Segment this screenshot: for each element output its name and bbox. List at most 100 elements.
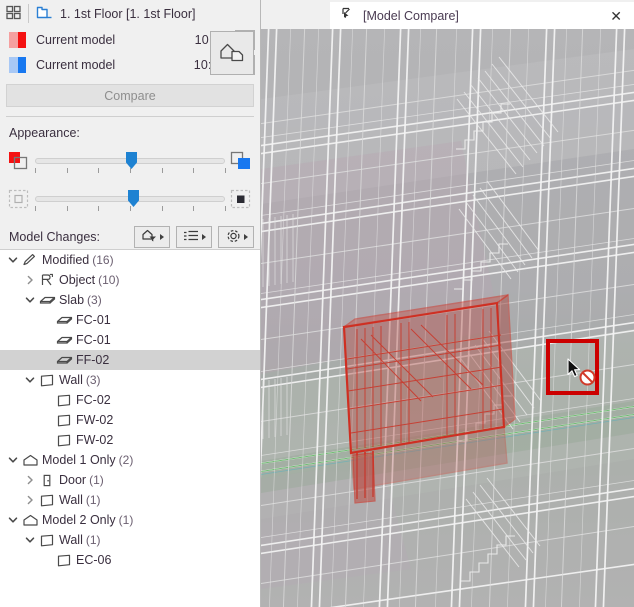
3d-viewport[interactable] — [261, 29, 634, 607]
viewport-area: [Model Compare] ✕ — [261, 0, 634, 607]
tree-item-slab[interactable]: Slab (3) — [0, 290, 260, 310]
filter-changes-button[interactable] — [134, 226, 170, 248]
chevron-down-icon[interactable] — [23, 375, 37, 385]
tree-item-label: Model 2 Only — [42, 513, 116, 527]
tree-item-label: FF-02 — [76, 353, 110, 367]
model-changes-label: Model Changes: — [9, 230, 101, 244]
checklist-icon — [183, 228, 200, 246]
tab-model-compare[interactable]: [Model Compare] ✕ — [330, 2, 634, 29]
story-title[interactable]: 1. 1st Floor [1. 1st Floor] — [60, 7, 195, 21]
wall-icon — [37, 494, 57, 507]
house-copy-icon — [218, 40, 246, 67]
chevron-right-icon[interactable] — [23, 495, 37, 505]
tree-item-label: FC-01 — [76, 333, 111, 347]
tree-item-wall[interactable]: Wall (1) — [0, 530, 260, 550]
chevron-down-icon[interactable] — [6, 455, 20, 465]
tree-item-count: (1) — [85, 493, 101, 507]
dashed-dark-square-icon — [229, 188, 253, 210]
blue-overlap-icon — [229, 150, 253, 172]
tree-item-model-1-only[interactable]: Model 1 Only (2) — [0, 450, 260, 470]
settings-button[interactable] — [218, 226, 254, 248]
tree-item-count: (3) — [85, 373, 101, 387]
wireframe-model — [261, 29, 634, 607]
pick-model-button[interactable] — [210, 31, 254, 75]
tree-item-count: (1) — [89, 473, 104, 487]
dashed-light-square-icon — [7, 188, 31, 210]
wall-icon — [54, 414, 74, 427]
color-intensity-slider-thumb[interactable] — [126, 152, 137, 169]
wall-icon — [54, 434, 74, 447]
divider — [6, 116, 254, 117]
color-intensity-ticks — [35, 168, 226, 174]
tree-item-label: Door — [59, 473, 87, 487]
compare-button[interactable]: Compare — [6, 84, 254, 107]
tree-item-door[interactable]: Door (1) — [0, 470, 260, 490]
slab-icon — [54, 354, 74, 367]
list-options-button[interactable] — [176, 226, 212, 248]
wall-icon — [37, 374, 57, 387]
tree-item-count: (1) — [85, 533, 101, 547]
tab-strip: [Model Compare] ✕ — [261, 0, 634, 29]
model-compare-window: 1. 1st Floor [1. 1st Floor] Current mode… — [0, 0, 634, 607]
tree-item-label: Modified — [42, 253, 90, 267]
tree-item-wall[interactable]: Wall (3) — [0, 370, 260, 390]
tree-item-label: Object — [59, 273, 96, 287]
house-icon — [20, 454, 40, 467]
tree-item-count: (2) — [118, 453, 134, 467]
tree-item-fw-02[interactable]: FW-02 — [0, 410, 260, 430]
triangle-right-icon — [159, 234, 164, 240]
contrast-slider-row — [0, 184, 260, 216]
appearance-title: Appearance: — [9, 126, 80, 140]
tree-item-object[interactable]: Object (10) — [0, 270, 260, 290]
chevron-down-icon[interactable] — [23, 535, 37, 545]
chevron-down-icon[interactable] — [23, 295, 37, 305]
chevron-down-icon[interactable] — [6, 255, 20, 265]
triangle-right-icon — [243, 234, 248, 240]
tree-item-label: FW-02 — [76, 433, 114, 447]
chevron-right-icon[interactable] — [23, 475, 37, 485]
wall-icon — [37, 534, 57, 547]
tree-item-count: (16) — [92, 253, 114, 267]
tree-item-modified[interactable]: Modified (16) — [0, 250, 260, 270]
object-icon — [37, 273, 57, 287]
model-changes-tree[interactable]: Modified (16) Object (10) Slab (3) FC-01 FC-01 F… — [0, 249, 260, 607]
tree-item-ec-06[interactable]: EC-06 — [0, 550, 260, 570]
model-changes-bar: Model Changes: — [0, 222, 260, 252]
tree-item-count: (10) — [98, 273, 120, 287]
triangle-right-icon — [201, 234, 206, 240]
tree-item-fc-01[interactable]: FC-01 — [0, 330, 260, 350]
tree-item-ff-02[interactable]: FF-02 — [0, 350, 260, 370]
red-swatch-icon — [9, 31, 26, 48]
close-icon[interactable]: ✕ — [610, 9, 622, 23]
wall-icon — [54, 394, 74, 407]
slab-icon — [54, 334, 74, 347]
gear-icon — [225, 228, 242, 247]
chevron-right-icon[interactable] — [23, 275, 37, 285]
tree-item-label: FC-01 — [76, 313, 111, 327]
tree-item-fc-01[interactable]: FC-01 — [0, 310, 260, 330]
marquee-select-icon — [340, 6, 356, 25]
contrast-slider-thumb[interactable] — [128, 190, 139, 207]
model-compare-panel: 1. 1st Floor [1. 1st Floor] Current mode… — [0, 0, 261, 607]
house-icon — [20, 514, 40, 527]
story-icon — [36, 5, 53, 23]
tree-item-label: Wall — [59, 533, 83, 547]
divider — [28, 4, 29, 23]
tree-item-wall[interactable]: Wall (1) — [0, 490, 260, 510]
grid-icon[interactable] — [6, 5, 21, 23]
tree-item-label: Model 1 Only — [42, 453, 116, 467]
tree-item-count: (1) — [118, 513, 134, 527]
model-1-label: Current model — [36, 32, 116, 47]
tree-item-count: (3) — [87, 293, 102, 307]
pencil-icon — [20, 253, 40, 267]
tree-item-fw-02[interactable]: FW-02 — [0, 430, 260, 450]
chevron-down-icon[interactable] — [6, 515, 20, 525]
tree-item-label: Slab — [59, 293, 85, 307]
tree-item-model-2-only[interactable]: Model 2 Only (1) — [0, 510, 260, 530]
tree-item-label: EC-06 — [76, 553, 112, 567]
tree-item-fc-02[interactable]: FC-02 — [0, 390, 260, 410]
tree-item-label: FC-02 — [76, 393, 111, 407]
color-intensity-slider-row — [0, 146, 260, 178]
blue-swatch-icon — [9, 56, 26, 73]
shapes-funnel-icon — [141, 228, 158, 246]
